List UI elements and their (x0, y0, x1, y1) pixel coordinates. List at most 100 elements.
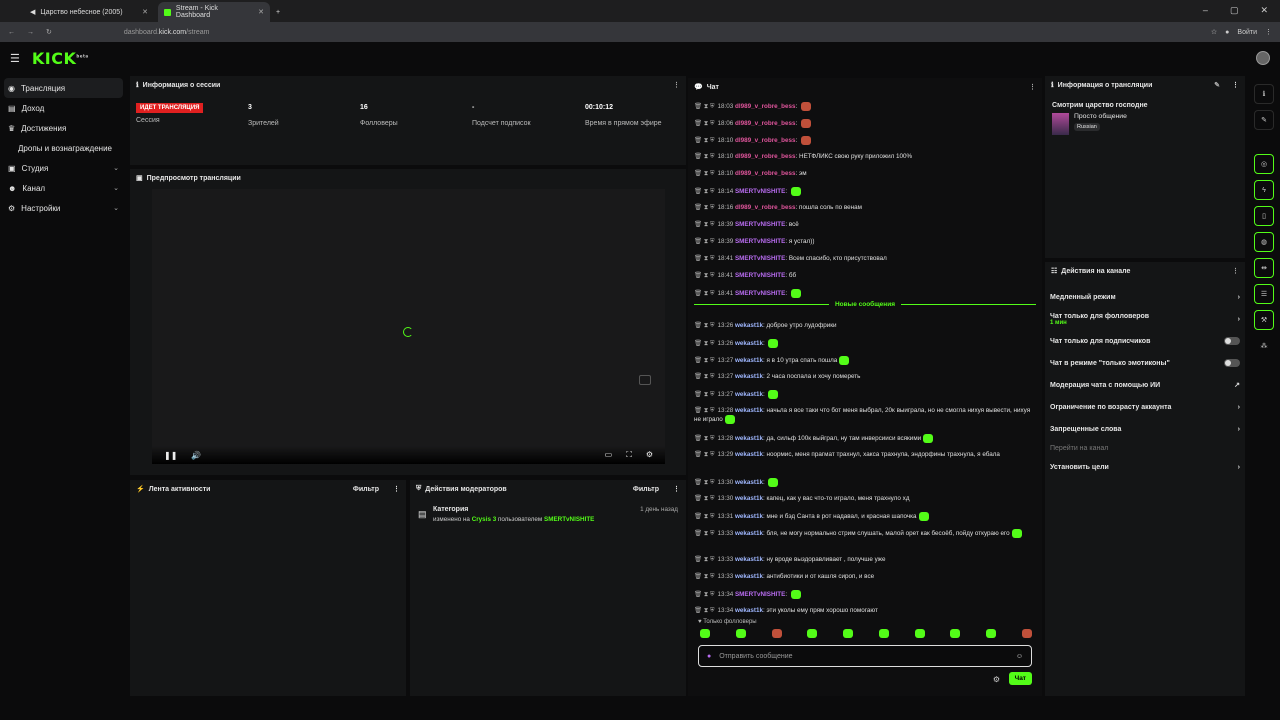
sidebar-item-stream[interactable]: ◉ Трансляция (4, 78, 123, 98)
mod-actions-icon[interactable]: 🗑 ⧗ ⛨ (694, 591, 714, 598)
sidebar-item-achievements[interactable]: ♛ Достижения (0, 118, 127, 138)
mod-actions-icon[interactable]: 🗑 ⧗ ⛨ (694, 290, 714, 297)
mic-icon[interactable]: ● (707, 653, 711, 660)
mod-actions-icon[interactable]: 🗑 ⧗ ⛨ (694, 451, 714, 458)
chat-username[interactable]: wekast1k (735, 479, 763, 486)
split-icon[interactable]: ⇹ (1254, 258, 1274, 278)
mod-actions-icon[interactable]: 🗑 ⧗ ⛨ (694, 170, 714, 177)
chat-username[interactable]: wekast1k (735, 513, 763, 520)
mod-actions-icon[interactable]: 🗑 ⧗ ⛨ (694, 373, 714, 380)
mod-actions-icon[interactable]: 🗑 ⧗ ⛨ (694, 530, 714, 537)
theater-icon[interactable]: ▭ (605, 450, 613, 460)
close-icon[interactable]: ✕ (142, 8, 148, 16)
close-icon[interactable]: ✕ (258, 8, 264, 16)
list-icon[interactable]: ☰ (1254, 284, 1274, 304)
mod-actions-icon[interactable]: 🗑 ⧗ ⛨ (694, 255, 714, 262)
gear-icon[interactable]: ⚙ (646, 450, 653, 460)
mod-actions-icon[interactable]: 🗑 ⧗ ⛨ (694, 391, 714, 398)
chat-username[interactable]: wekast1k (735, 340, 763, 347)
chat-username[interactable]: SMERTvNISHITE (735, 272, 785, 279)
mod-actions-icon[interactable]: 🗑 ⧗ ⛨ (694, 137, 714, 144)
user-link[interactable]: SMERTvNISHITE (544, 516, 594, 523)
emote-icon[interactable] (950, 629, 961, 638)
emotes-only-toggle[interactable] (1224, 359, 1240, 367)
lightning-icon[interactable]: ϟ (1254, 180, 1274, 200)
emote-icon[interactable] (986, 629, 997, 638)
mod-actions-icon[interactable]: 🗑 ⧗ ⛨ (694, 103, 714, 110)
maximize-icon[interactable]: ▢ (1230, 5, 1239, 16)
mod-actions-icon[interactable]: 🗑 ⧗ ⛨ (694, 495, 714, 502)
chat-username[interactable]: wekast1k (735, 373, 763, 380)
edit-icon[interactable]: ✎ (1254, 110, 1274, 130)
banned-words-row[interactable]: Запрещенные слова › (1045, 418, 1245, 440)
filter-button[interactable]: Фильтр (353, 486, 379, 493)
go-to-channel-row[interactable]: Перейти на канал (1045, 440, 1245, 456)
url-field[interactable]: dashboard.kick.com/stream (124, 29, 210, 36)
close-window-icon[interactable]: ✕ (1260, 5, 1268, 16)
forward-icon[interactable]: → (27, 29, 34, 36)
mod-actions-icon[interactable]: 🗑 ⧗ ⛨ (694, 204, 714, 211)
more-icon[interactable]: ⋮ (1232, 267, 1239, 275)
chat-username[interactable]: wekast1k (735, 391, 763, 398)
chat-settings-icon[interactable]: ⚙ (993, 675, 1000, 684)
emote-icon[interactable] (843, 629, 854, 638)
edit-icon[interactable]: ✎ (1214, 81, 1220, 89)
chat-username[interactable]: SMERTvNISHITE (735, 290, 785, 297)
emote-icon[interactable] (807, 629, 818, 638)
sidebar-item-income[interactable]: ▤ Доход (0, 98, 127, 118)
mod-actions-icon[interactable]: 🗑 ⧗ ⛨ (694, 153, 714, 160)
mod-actions-icon[interactable]: 🗑 ⧗ ⛨ (694, 513, 714, 520)
more-icon[interactable]: ⋮ (393, 485, 400, 493)
volume-icon[interactable]: 🔊 (191, 451, 201, 460)
subscribers-only-toggle[interactable] (1224, 337, 1240, 345)
more-icon[interactable]: ⋮ (673, 81, 680, 89)
subscribers-only-row[interactable]: Чат только для подписчиков (1045, 330, 1245, 352)
chat-username[interactable]: wekast1k (735, 556, 763, 563)
emote-icon[interactable] (700, 629, 710, 638)
sidebar-item-settings[interactable]: ⚙ Настройки ⌄ (0, 198, 127, 218)
account-age-row[interactable]: Ограничение по возрасту аккаунта › (1045, 396, 1245, 418)
chat-username[interactable]: wekast1k (735, 530, 763, 537)
chat-bubble-icon[interactable]: ◍ (1254, 232, 1274, 252)
chat-username[interactable]: wekast1k (735, 407, 763, 414)
hamburger-icon[interactable]: ☰ (10, 52, 20, 65)
chat-username[interactable]: wekast1k (735, 495, 763, 502)
send-button[interactable]: Чат (1008, 672, 1032, 685)
chat-username[interactable]: dl989_v_robre_bess (735, 137, 796, 144)
chat-username[interactable]: wekast1k (735, 451, 763, 458)
reload-icon[interactable]: ↻ (46, 28, 52, 36)
new-tab-button[interactable]: + (270, 2, 286, 22)
mod-actions-icon[interactable]: 🗑 ⧗ ⛨ (694, 221, 714, 228)
sidebar-item-channel[interactable]: ☻ Канал ⌄ (0, 178, 127, 198)
apps-icon[interactable]: ⁂ (1254, 336, 1274, 356)
more-icon[interactable]: ⋮ (1029, 83, 1036, 91)
mod-actions-icon[interactable]: 🗑 ⧗ ⛨ (694, 407, 714, 414)
minimize-icon[interactable]: – (1203, 5, 1208, 16)
avatar[interactable] (1256, 51, 1270, 65)
mod-actions-icon[interactable]: 🗑 ⧗ ⛨ (694, 120, 714, 127)
chat-username[interactable]: wekast1k (735, 435, 763, 442)
bookmark-icon[interactable]: ☆ (1211, 28, 1217, 36)
chat-username[interactable]: dl989_v_robre_bess (735, 170, 796, 177)
emote-icon[interactable] (1021, 629, 1032, 638)
mod-actions-icon[interactable]: 🗑 ⧗ ⛨ (694, 340, 714, 347)
set-goals-row[interactable]: Установить цели › (1045, 456, 1245, 478)
mod-actions-icon[interactable]: 🗑 ⧗ ⛨ (694, 322, 714, 329)
video-player[interactable]: ❚❚ 🔊 ▭ ⛶ ⚙ (152, 189, 665, 464)
profile-icon[interactable]: ● (1225, 29, 1229, 36)
category-link[interactable]: Crysis 3 (472, 516, 497, 523)
chat-username[interactable]: dl989_v_robre_bess (735, 204, 796, 211)
chat-username[interactable]: wekast1k (735, 573, 763, 580)
chat-input[interactable]: ● Отправить сообщение ☺ (698, 645, 1032, 667)
ai-moderation-row[interactable]: Модерация чата с помощью ИИ ↗ (1045, 374, 1245, 396)
chat-username[interactable]: wekast1k (735, 357, 763, 364)
menu-icon[interactable]: ⋮ (1265, 28, 1272, 36)
emote-icon[interactable] (735, 629, 746, 638)
mod-actions-icon[interactable]: 🗑 ⧗ ⛨ (694, 357, 714, 364)
browser-tab-2[interactable]: Stream - Kick Dashboard ✕ (158, 2, 270, 22)
mod-actions-icon[interactable]: 🗑 ⧗ ⛨ (694, 573, 714, 580)
pause-icon[interactable]: ❚❚ (164, 451, 177, 460)
chat-username[interactable]: dl989_v_robre_bess (735, 120, 796, 127)
chat-username[interactable]: SMERTvNISHITE (735, 591, 785, 598)
followers-only-row[interactable]: Чат только для фолловеров 1 мин › (1045, 308, 1245, 330)
